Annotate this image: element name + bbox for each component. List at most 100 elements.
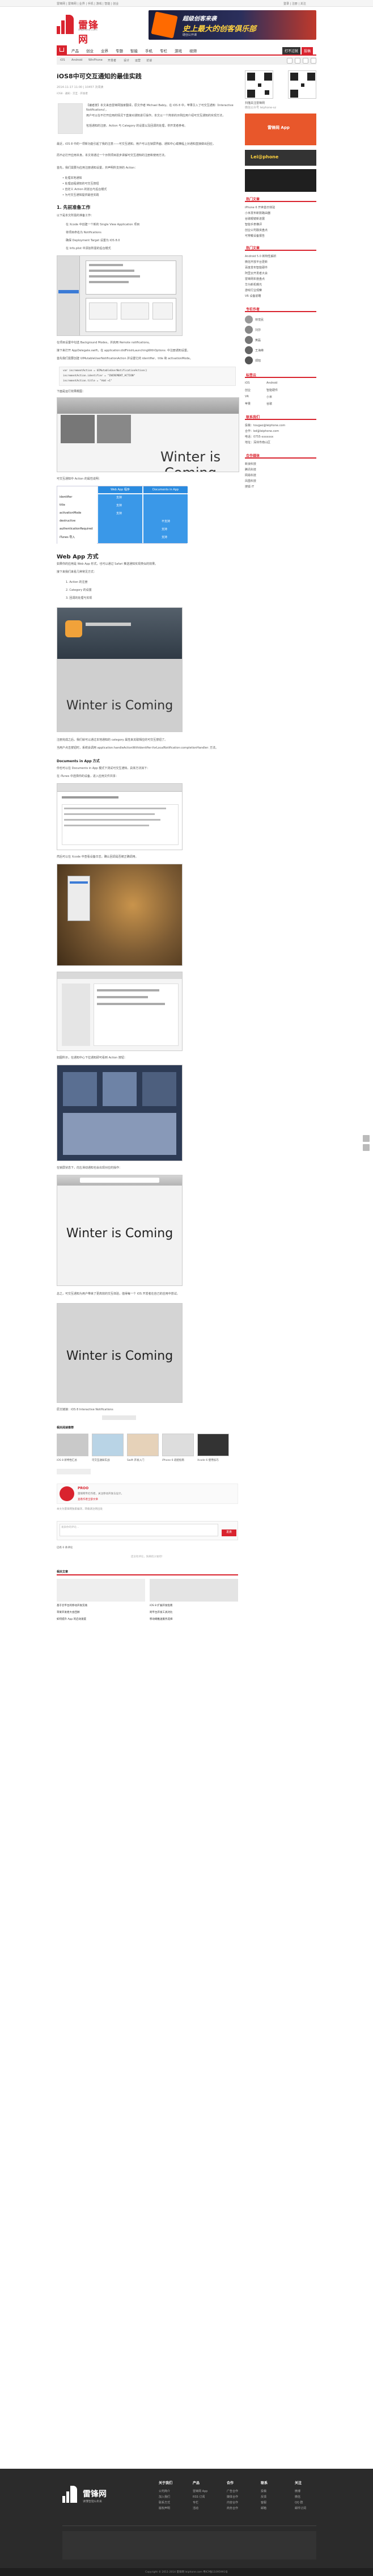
footer-link[interactable]: 商务合作 (227, 2506, 238, 2511)
article-tags[interactable]: iOS8 · 通知 · 交互 · 开发者 (57, 92, 88, 95)
nav-item[interactable]: 手机 (145, 48, 152, 54)
footer-link[interactable]: 活动 (193, 2506, 198, 2511)
tag[interactable]: 小米 (266, 395, 312, 399)
sidebar-item[interactable]: iPhone 6 开卖首日体验 (245, 205, 316, 209)
related-thumb[interactable] (162, 1434, 194, 1456)
sidebar-item[interactable]: 阿里云开发者大会 (245, 271, 316, 275)
friend-link[interactable]: 网易科技 (245, 473, 316, 477)
source-link[interactable]: 原文链接：iOS 8 Interactive Notifications (57, 1407, 238, 1412)
sub-nav-item[interactable]: WinPhone (88, 58, 103, 62)
sidebar-item[interactable]: 游戏行业观察 (245, 288, 316, 292)
footer-link[interactable]: 内容合作 (227, 2501, 238, 2506)
footer-link[interactable]: 广告合作 (227, 2489, 238, 2494)
columnist[interactable]: 林觉民 (255, 318, 312, 322)
related-thumb[interactable] (92, 1434, 124, 1456)
friend-link[interactable]: 新浪科技 (245, 462, 316, 466)
more-title[interactable]: 跨平台开发工具对比 (150, 1611, 173, 1614)
footer-link[interactable]: RSS 订阅 (193, 2495, 205, 2500)
more-title[interactable]: 如何提升 App 的启动速度 (57, 1617, 86, 1621)
columnist[interactable]: 黄磊 (255, 338, 312, 342)
sub-nav-item[interactable]: 运营 (135, 58, 141, 62)
app-ad[interactable]: 雷锋网 App (245, 114, 316, 145)
contact-item[interactable]: 投稿：tougao@leiphone.com (245, 423, 316, 427)
friend-link[interactable]: 搜狐 IT (245, 485, 316, 489)
related-title[interactable]: 可交互通知实战 (92, 1459, 124, 1462)
sidebar-item[interactable]: 可穿戴设备报告 (245, 234, 316, 238)
more-thumb[interactable] (150, 1579, 238, 1602)
tag[interactable]: 谷歌 (266, 402, 312, 406)
related-thumb[interactable] (197, 1434, 229, 1456)
nav-item[interactable]: 专题 (116, 48, 123, 54)
nav-item[interactable]: 游戏 (175, 48, 182, 54)
sidebar-item[interactable]: 小米发布新款路由器 (245, 211, 316, 215)
footer-link[interactable]: 微博 (295, 2489, 300, 2494)
related-thumb[interactable] (57, 1434, 88, 1456)
search-icon[interactable] (287, 58, 293, 64)
footer-link[interactable]: 雷锋网 App (193, 2489, 207, 2494)
rss-icon[interactable] (311, 58, 316, 64)
avatar[interactable] (245, 316, 253, 323)
tag[interactable]: 智能硬件 (266, 388, 312, 392)
nav-item[interactable]: 创业 (86, 48, 94, 54)
avatar[interactable] (245, 356, 253, 364)
tag[interactable]: Android (266, 381, 312, 385)
author-link[interactable]: 查看作者全部文章 (78, 1498, 98, 1501)
sub-nav-item[interactable]: Android (71, 58, 82, 62)
nav-item[interactable]: 专栏 (160, 48, 167, 54)
related-title[interactable]: Swift 开发入门 (127, 1459, 159, 1462)
avatar[interactable] (245, 326, 253, 334)
related-title[interactable]: iOS 8 新特性汇总 (57, 1459, 88, 1462)
avatar[interactable] (60, 1486, 74, 1501)
sidebar-item[interactable]: 百度发布智能硬件 (245, 266, 316, 270)
footer-link[interactable]: 专栏 (193, 2501, 198, 2506)
related-title[interactable]: Xcode 6 使用技巧 (197, 1459, 229, 1462)
footer-link[interactable]: 客服 (261, 2501, 266, 2506)
author-name[interactable]: PROO (78, 1486, 88, 1490)
nav-item[interactable]: 业界 (101, 48, 108, 54)
header-ad-banner[interactable]: 超级创客来袭 史上最大的创客俱乐部 硬创公开课 (149, 10, 316, 40)
sidebar-item[interactable]: 智能手表横评 (245, 222, 316, 226)
contact-item[interactable]: 合作：bd@leiphone.com (245, 429, 316, 433)
sidebar-banner-2[interactable] (245, 169, 316, 192)
sidebar-item[interactable]: 创业公司融资盘点 (245, 228, 316, 232)
sub-nav-item[interactable]: 设计 (124, 58, 129, 62)
columnist[interactable]: 郑旭 (255, 359, 312, 363)
comment-submit-button[interactable]: 发表 (222, 1529, 236, 1536)
sub-nav-item[interactable]: 访谈 (146, 58, 152, 62)
friend-link[interactable]: 腾讯科技 (245, 468, 316, 472)
related-thumb[interactable] (127, 1434, 159, 1456)
nav-item[interactable]: 智能 (130, 48, 138, 54)
columnist[interactable]: 王海峰 (255, 348, 312, 352)
friend-link[interactable]: 凤凰科技 (245, 479, 316, 483)
nav-promo-button[interactable]: 打不过就 (282, 47, 301, 54)
sub-nav-item[interactable]: 开发者 (108, 58, 116, 62)
like-buttons[interactable] (57, 1469, 91, 1474)
footer-link[interactable]: 版权声明 (159, 2506, 170, 2511)
nav-item[interactable]: 产品 (71, 48, 79, 54)
weibo-icon[interactable] (295, 58, 300, 64)
footer-link[interactable]: 邮件订阅 (295, 2506, 306, 2511)
nav-submit-button[interactable]: 投稿 (302, 47, 313, 54)
columnist[interactable]: 刘莎 (255, 328, 312, 332)
sidebar-item[interactable]: Android 5.0 新特性解析 (245, 254, 316, 258)
top-bar-account[interactable]: 登录 | 注册 | 关注 (283, 2, 306, 6)
footer-link[interactable]: 公司简介 (159, 2489, 170, 2494)
footer-link[interactable]: 投稿 (261, 2489, 266, 2494)
footer-link[interactable]: 加入我们 (159, 2495, 170, 2500)
more-thumb[interactable] (57, 1579, 145, 1602)
footer-link[interactable]: 联系方式 (159, 2501, 170, 2506)
site-logo[interactable]: 雷锋网 leiphone.com (57, 15, 108, 45)
sidebar-banner[interactable]: Lei@phone (245, 150, 316, 166)
footer-link[interactable]: 微信 (295, 2495, 300, 2500)
back-to-top-icon[interactable] (363, 1135, 370, 1142)
more-title[interactable]: 基于云平台的移动开发实践 (57, 1604, 87, 1607)
footer-link[interactable]: QQ 群 (295, 2501, 303, 2506)
top-bar-links[interactable]: 雷锋网 | 雷锋网 | 业界 | 手机 | 游戏 | 智能 | 创业 (57, 2, 118, 6)
more-title[interactable]: 移动端推送服务选择 (150, 1617, 173, 1621)
footer-link[interactable]: 邮箱 (261, 2506, 266, 2511)
home-icon[interactable] (57, 45, 67, 54)
footer-link[interactable]: 媒体合作 (227, 2495, 238, 2500)
avatar[interactable] (245, 346, 253, 354)
more-title[interactable]: 苹果开发者大会回顾 (57, 1611, 80, 1614)
nav-item[interactable]: 视频 (189, 48, 197, 54)
